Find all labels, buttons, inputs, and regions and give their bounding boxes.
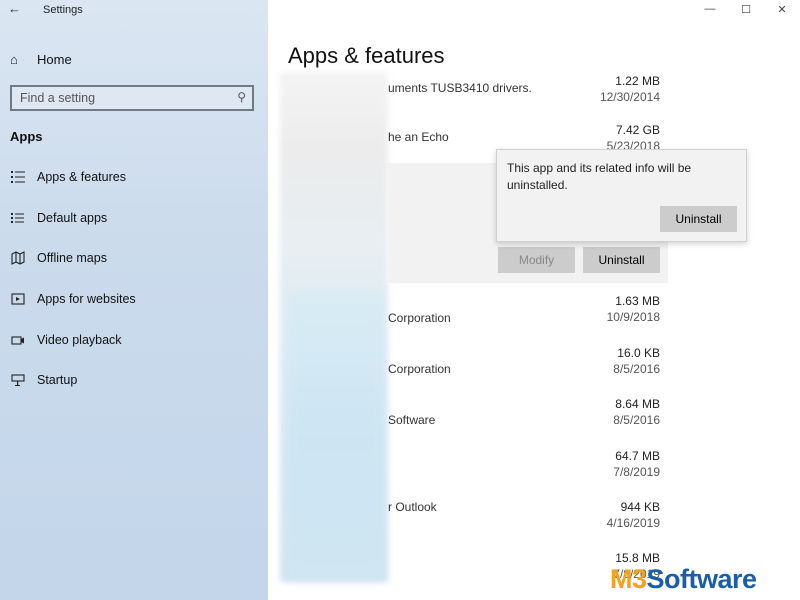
sidebar-item-apps-for-websites[interactable]: Apps for websites [10, 288, 136, 329]
app-date: 10/9/2018 [606, 310, 660, 324]
sidebar-item-label: Default apps [37, 210, 108, 225]
watermark-part1: M3 [610, 564, 647, 594]
list-item[interactable]: Corporation 1.63 MB 10/9/2018 [388, 292, 660, 340]
list-item[interactable]: Software 8.64 MB 8/5/2016 [388, 395, 660, 443]
startup-icon [10, 372, 26, 388]
blurred-app-icons-lower [288, 290, 384, 580]
search-input[interactable] [12, 87, 222, 109]
sidebar-item-label: Home [37, 51, 72, 67]
app-publisher: he an Echo [388, 130, 449, 144]
sidebar-item-label: Apps & features [37, 170, 126, 184]
sidebar-nav: Apps & features Default apps Offline map… [10, 166, 136, 410]
sidebar-item-label: Apps for websites [37, 292, 136, 307]
maximize-icon[interactable]: ☐ [728, 0, 764, 18]
app-size: 16.0 KB [617, 346, 660, 360]
app-size: 15.8 MB [615, 551, 660, 565]
sidebar-item-apps-features[interactable]: Apps & features [10, 166, 136, 207]
search-box[interactable]: ⚲ [10, 85, 254, 111]
map-icon [10, 250, 26, 266]
app-publisher: Corporation [388, 311, 451, 325]
back-arrow-icon[interactable]: ← [8, 1, 24, 17]
sidebar-item-home[interactable]: ⌂ Home [10, 48, 72, 70]
list-item[interactable]: uments TUSB3410 drivers. 1.22 MB 12/30/2… [388, 72, 660, 120]
uninstall-confirm-flyout: This app and its related info will be un… [496, 149, 747, 242]
sidebar-item-default-apps[interactable]: Default apps [10, 207, 136, 248]
main-content: — ☐ ✕ Apps & features uments TUSB3410 dr… [268, 0, 800, 600]
confirm-uninstall-button[interactable]: Uninstall [660, 206, 737, 232]
app-size: 8.64 MB [615, 397, 660, 411]
sidebar-item-video-playback[interactable]: Video playback [10, 329, 136, 370]
sidebar-item-label: Video playback [37, 332, 122, 347]
title-bar: ← Settings [0, 0, 268, 24]
app-size: 1.22 MB [615, 74, 660, 88]
sidebar-item-startup[interactable]: Startup [10, 369, 136, 410]
watermark-part2: Software [646, 564, 758, 594]
app-publisher: uments TUSB3410 drivers. [388, 81, 532, 95]
page-title: Apps & features [288, 43, 445, 68]
modify-button[interactable]: Modify [498, 247, 575, 273]
sidebar-item-label: Offline maps [37, 251, 107, 266]
video-icon [10, 332, 26, 348]
flyout-message: This app and its related info will be un… [507, 161, 692, 192]
list-item[interactable]: r Outlook 944 KB 4/16/2019 [388, 498, 660, 546]
app-size: 1.63 MB [615, 294, 660, 308]
app-date: 8/5/2016 [613, 362, 660, 376]
app-size: 7.42 GB [615, 123, 660, 137]
app-date: 7/8/2019 [613, 465, 660, 479]
minimize-icon[interactable]: — [692, 0, 728, 18]
section-heading: Apps [10, 129, 43, 144]
watermark-logo: M3Software [610, 564, 757, 595]
app-publisher: Corporation [388, 362, 451, 376]
default-apps-icon [10, 210, 26, 226]
app-date: 12/30/2014 [599, 90, 660, 104]
home-icon: ⌂ [10, 51, 18, 67]
search-icon[interactable]: ⚲ [237, 90, 246, 104]
window-title: Settings [43, 4, 83, 16]
app-publisher: Software [388, 413, 436, 427]
uninstall-button[interactable]: Uninstall [583, 247, 660, 273]
list-item[interactable]: 64.7 MB 7/8/2019 [388, 447, 660, 495]
sidebar-item-label: Startup [37, 373, 78, 388]
app-publisher: r Outlook [388, 500, 437, 514]
sidebar-item-offline-maps[interactable]: Offline maps [10, 247, 136, 288]
window-controls: — ☐ ✕ [692, 0, 800, 18]
sidebar: ← Settings ⌂ Home ⚲ Apps Apps & features… [0, 0, 268, 600]
close-icon[interactable]: ✕ [764, 0, 800, 18]
apps-features-icon [10, 169, 26, 185]
website-icon [10, 291, 26, 307]
app-size: 944 KB [620, 500, 660, 514]
list-item[interactable]: Corporation 16.0 KB 8/5/2016 [388, 344, 660, 392]
app-size: 64.7 MB [615, 449, 660, 463]
app-date: 4/16/2019 [606, 516, 660, 530]
app-date: 8/5/2016 [613, 413, 660, 427]
